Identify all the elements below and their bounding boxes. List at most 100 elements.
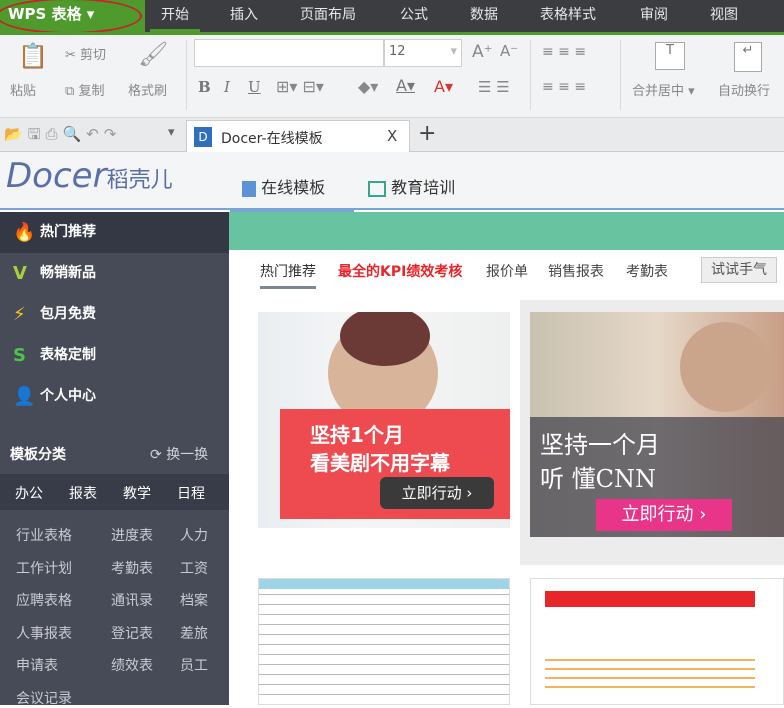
menu-insert[interactable]: 插入 <box>230 0 258 32</box>
lightning-icon: ⚡ <box>13 304 26 325</box>
menu-start[interactable]: 开始 <box>150 0 200 32</box>
user-icon: 👤 <box>13 386 36 407</box>
cat-tab-schedule[interactable]: 日程 <box>177 483 205 503</box>
promo-line1: 坚持1个月 <box>310 423 404 447</box>
sidebar-item-hot[interactable]: 🔥 热门推荐 <box>0 212 229 253</box>
category-link[interactable]: 员工 <box>180 655 208 675</box>
sidebar-label: 表格定制 <box>40 347 96 363</box>
sheet-table <box>545 659 755 695</box>
quick-access-dropdown-icon[interactable]: ▾ <box>168 125 175 140</box>
paste-icon: 📋 <box>18 42 48 70</box>
font-size-input[interactable]: 12 ▾ <box>384 39 462 67</box>
tab-docer[interactable]: D Docer-在线模板 X <box>186 120 410 152</box>
cat-tab-report[interactable]: 报表 <box>69 483 97 503</box>
promo-line1: 坚持一个月 <box>540 431 660 459</box>
nav-quote[interactable]: 报价单 <box>486 261 528 281</box>
category-tabs: 办公 报表 教学 日程 <box>0 474 229 510</box>
v-icon: V <box>13 263 27 284</box>
format-painter-button[interactable]: 格式刷 <box>128 80 167 99</box>
promo-box: 坚持1个月 看美剧不用字幕 立即行动 › <box>280 409 510 519</box>
font-name-input[interactable] <box>194 39 384 67</box>
sidebar-item-custom[interactable]: S 表格定制 <box>0 335 229 376</box>
cat-tab-teaching[interactable]: 教学 <box>123 483 151 503</box>
font-size-value: 12 <box>389 44 406 59</box>
wrap-text-button[interactable]: 自动换行 <box>718 80 770 99</box>
border-icon[interactable]: ⊞▾ ⊟▾ <box>276 77 324 96</box>
menu-formula[interactable]: 公式 <box>400 0 428 32</box>
menu-table-style[interactable]: 表格样式 <box>540 0 596 32</box>
new-tab-button[interactable]: + <box>418 121 436 146</box>
category-link[interactable]: 绩效表 <box>111 655 153 675</box>
category-link[interactable]: 差旅 <box>180 623 208 643</box>
tab-label: 在线模板 <box>261 178 326 197</box>
sidebar-label: 热门推荐 <box>40 224 96 240</box>
menu-review[interactable]: 审阅 <box>640 0 668 32</box>
cta-button[interactable]: 立即行动 › <box>380 477 494 509</box>
nav-kpi[interactable]: 最全的KPI绩效考核 <box>338 261 462 281</box>
paste-button[interactable]: 粘贴 <box>10 80 36 99</box>
tab-online-templates[interactable]: 在线模板 <box>230 168 354 212</box>
dollar-icon: S <box>13 345 26 366</box>
italic-button[interactable]: I <box>224 78 230 96</box>
category-link[interactable]: 进度表 <box>111 525 153 545</box>
sidebar-item-new[interactable]: V 畅销新品 <box>0 253 229 294</box>
merge-label: 合并居中 <box>632 84 685 99</box>
copy-button[interactable]: ⧉ 复制 <box>65 80 104 99</box>
template-thumb-kpi[interactable] <box>530 578 784 705</box>
menu-data[interactable]: 数据 <box>470 0 498 32</box>
underline-button[interactable]: U <box>248 78 261 96</box>
sidebar-item-personal[interactable]: 👤 个人中心 <box>0 376 229 417</box>
template-thumb-attendance[interactable] <box>258 578 510 705</box>
category-link[interactable]: 考勤表 <box>111 558 153 578</box>
cut-button[interactable]: ✂ 剪切 <box>65 44 106 63</box>
menu-view[interactable]: 视图 <box>710 0 738 32</box>
category-link[interactable]: 人事报表 <box>16 623 72 643</box>
font-color-icon[interactable]: A▾ <box>396 76 415 95</box>
cta-button[interactable]: 立即行动 › <box>596 499 732 531</box>
vertical-align-icons[interactable]: ≡ ≡ ≡ <box>542 44 586 60</box>
close-tab-icon[interactable]: X <box>387 127 397 145</box>
clear-format-icon[interactable]: A▾ <box>434 77 453 96</box>
copy-icon: ⧉ <box>65 84 75 99</box>
category-link[interactable]: 人力 <box>180 525 208 545</box>
divider <box>530 40 531 110</box>
nav-sales[interactable]: 销售报表 <box>548 261 604 281</box>
sheet-header <box>259 579 509 589</box>
nav-attendance[interactable]: 考勤表 <box>626 261 668 281</box>
category-link[interactable]: 通讯录 <box>111 590 153 610</box>
category-link[interactable]: 工作计划 <box>16 558 72 578</box>
fill-color-icon[interactable]: ◆▾ <box>358 77 378 96</box>
category-link[interactable]: 工资 <box>180 558 208 578</box>
category-link[interactable]: 应聘表格 <box>16 590 72 610</box>
tab-education[interactable]: 教育培训 <box>368 174 455 198</box>
merge-center-button[interactable]: 合并居中 ▾ <box>632 80 695 99</box>
cat-tab-office[interactable]: 办公 <box>15 483 43 503</box>
category-link[interactable]: 登记表 <box>111 623 153 643</box>
divider <box>186 40 187 110</box>
doc-tab-title: Docer-在线模板 <box>221 131 323 147</box>
docer-logo: Docer稻壳儿 <box>6 156 173 196</box>
shrink-font-icon[interactable]: A⁻ <box>500 42 518 60</box>
promo-line2: 看美剧不用字幕 <box>310 451 450 475</box>
promo-line2: 听 懂CNN <box>540 465 656 493</box>
promo-box: 坚持一个月 听 懂CNN 立即行动 › <box>530 417 784 537</box>
try-luck-button[interactable]: 试试手气 <box>701 257 777 283</box>
refresh-label: 换一换 <box>166 447 209 463</box>
category-link[interactable]: 档案 <box>180 590 208 610</box>
bold-button[interactable]: B <box>198 78 211 96</box>
category-link[interactable]: 申请表 <box>16 655 58 675</box>
book-icon <box>242 180 256 197</box>
sidebar-item-free[interactable]: ⚡ 包月免费 <box>0 294 229 335</box>
banner-card-2[interactable]: 坚持一个月 听 懂CNN 立即行动 › <box>530 312 784 537</box>
tab-label: 教育培训 <box>391 178 456 197</box>
nav-hot[interactable]: 热门推荐 <box>260 261 316 289</box>
divider <box>620 40 621 110</box>
menu-page-layout[interactable]: 页面布局 <box>300 0 356 32</box>
indent-icon[interactable]: ☰ ☰ <box>478 78 510 96</box>
horizontal-align-icons[interactable]: ≡ ≡ ≡ <box>542 79 586 95</box>
quick-access-icons[interactable]: 📂🖫⎙🔍↶↷ <box>4 124 121 149</box>
refresh-button[interactable]: ⟳ 换一换 <box>150 444 208 464</box>
grow-font-icon[interactable]: A⁺ <box>472 42 493 62</box>
category-link[interactable]: 行业表格 <box>16 525 72 545</box>
banner-card-1[interactable]: 坚持1个月 看美剧不用字幕 立即行动 › <box>258 312 510 528</box>
